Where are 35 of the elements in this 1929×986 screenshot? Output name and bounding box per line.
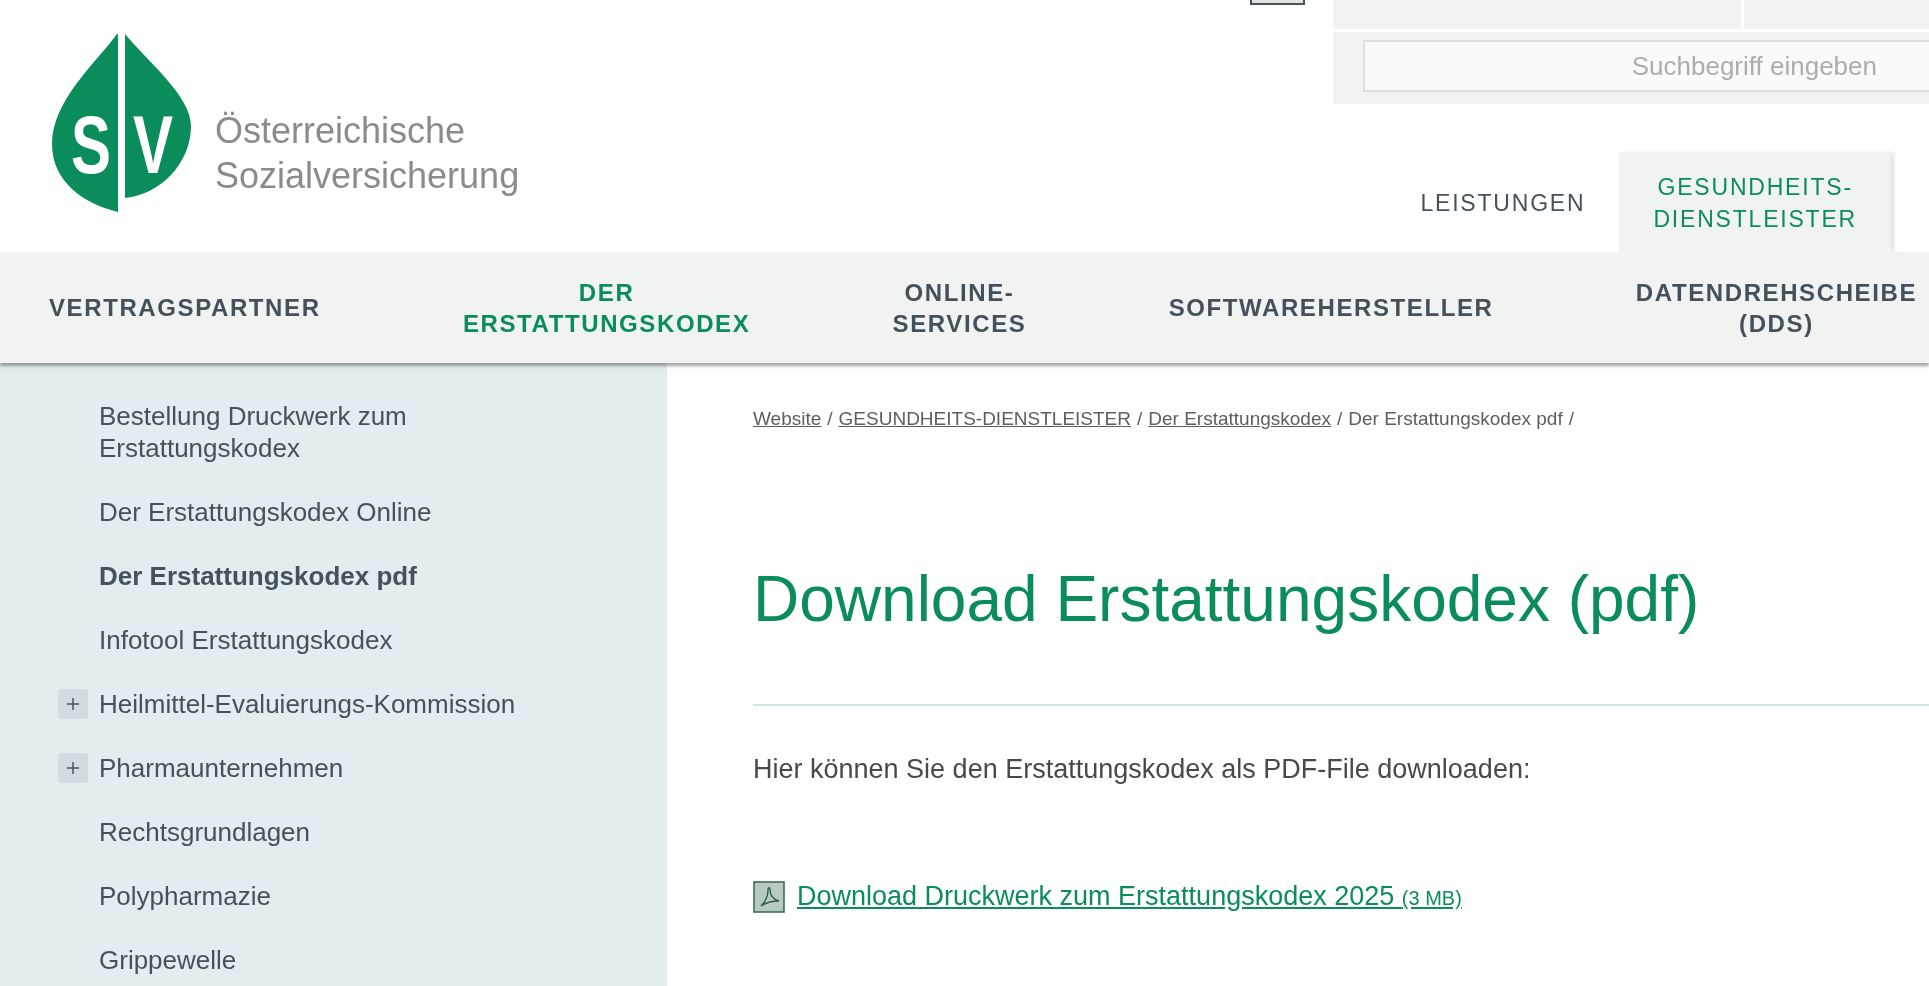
header-tab[interactable]: LEISTUNGEN bbox=[1386, 153, 1620, 252]
plus-icon[interactable] bbox=[58, 689, 88, 719]
breadcrumb-separator: / bbox=[1568, 407, 1574, 431]
sidebar-link[interactable]: Polypharmazie bbox=[99, 880, 271, 912]
nav-link[interactable]: VERTRAGSPARTNER bbox=[49, 292, 321, 323]
header-tab[interactable]: GESUNDHEITS-DIENSTLEISTER bbox=[1619, 153, 1891, 252]
intro-text: Hier können Sie den Erstattungskodex als PDF-File downloaden: bbox=[753, 753, 1531, 786]
nav-link[interactable]: DATENDREHSCHEIBE (DDS) bbox=[1635, 276, 1917, 339]
breadcrumb-link[interactable]: GESUNDHEITS-DIENSTLEISTER bbox=[838, 407, 1131, 431]
sidebar-link[interactable]: Bestellung Druckwerk zum Erstattungskodex bbox=[99, 400, 569, 464]
breadcrumb-separator: / bbox=[1337, 407, 1343, 431]
breadcrumb-link[interactable]: Website bbox=[753, 407, 822, 431]
sidebar-link[interactable]: Der Erstattungskodex Online bbox=[99, 496, 432, 528]
partial-icon bbox=[1250, 0, 1305, 5]
sidebar-link[interactable]: Heilmittel-Evaluierungs-Kommission bbox=[99, 688, 516, 720]
breadcrumb-separator: / bbox=[1137, 407, 1143, 431]
breadcrumb-current: Der Erstattungskodex pdf bbox=[1348, 407, 1563, 431]
brand-name: Österreichische Sozialversicherung bbox=[215, 109, 520, 198]
download-link[interactable]: Download Druckwerk zum Erstattungskodex 2025 (3 MB) bbox=[753, 878, 1462, 916]
nav-link[interactable]: ONLINE-SERVICES bbox=[892, 276, 1027, 339]
file-icon bbox=[753, 881, 785, 913]
breadcrumb-link[interactable]: Der Erstattungskodex bbox=[1148, 407, 1331, 431]
page-title: Download Erstattungskodex (pdf) bbox=[753, 562, 1700, 637]
logo-letter: V bbox=[133, 99, 188, 190]
nav-link[interactable]: DER ERSTATTUNGSKODEX bbox=[462, 276, 751, 339]
logo-letter: S bbox=[71, 99, 126, 190]
breadcrumb-separator: / bbox=[827, 407, 833, 431]
nav-link[interactable]: SOFTWAREHERSTELLER bbox=[1168, 292, 1494, 323]
sidebar-link[interactable]: Infotool Erstattungskodex bbox=[99, 624, 393, 656]
search-field[interactable]: Suchbegriff eingeben bbox=[1363, 40, 1929, 92]
sidebar-link[interactable]: Pharmaunternehmen bbox=[99, 752, 344, 784]
sidebar-link[interactable]: Rechtsgrundlagen bbox=[99, 816, 311, 848]
sidebar-link[interactable]: Grippewelle bbox=[99, 944, 237, 976]
plus-icon[interactable] bbox=[58, 753, 88, 783]
sidebar-link[interactable]: Der Erstattungskodex pdf bbox=[99, 560, 417, 592]
